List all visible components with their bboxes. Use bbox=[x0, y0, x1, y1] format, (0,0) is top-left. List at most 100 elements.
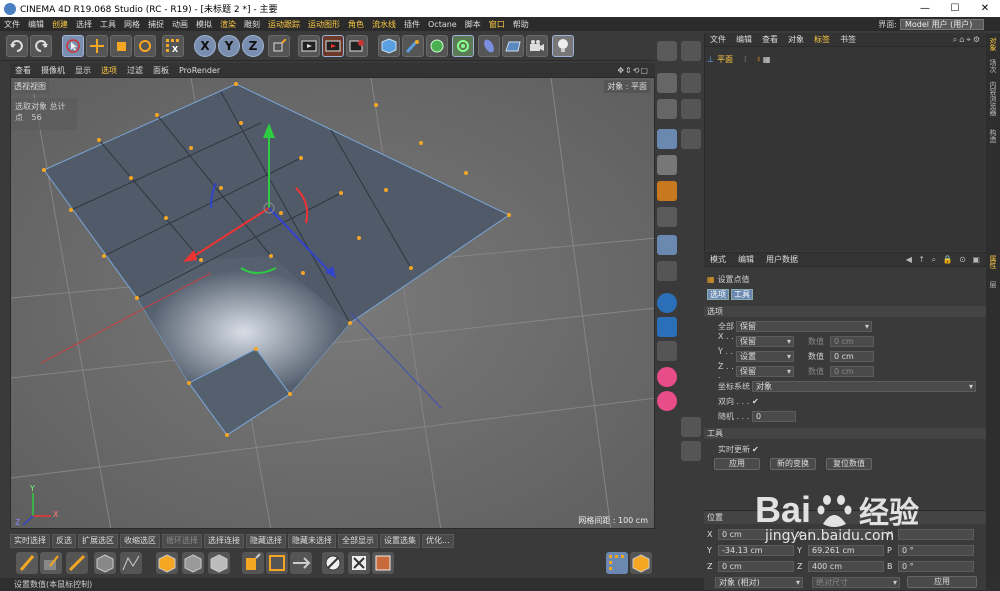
viewport-navigation-icons[interactable]: ✥⇕⟲▢ bbox=[617, 66, 655, 75]
camera-icon[interactable] bbox=[526, 35, 548, 57]
hide-unselected-button[interactable]: 隐藏未选择 bbox=[288, 534, 336, 548]
shrink-selection-button[interactable]: 收缩选区 bbox=[120, 534, 160, 548]
y-value-input[interactable]: 0 cm bbox=[830, 350, 874, 362]
polygons-mode-icon[interactable] bbox=[156, 552, 178, 574]
viewport-menu-options[interactable]: 选项 bbox=[96, 65, 122, 76]
viewport-menu-panel[interactable]: 面板 bbox=[148, 65, 174, 76]
tab-options[interactable]: 选项 bbox=[707, 288, 729, 300]
solo-icon[interactable] bbox=[348, 552, 370, 574]
x-axis-lock-icon[interactable]: X bbox=[194, 35, 216, 57]
sphere-pink-icon[interactable] bbox=[657, 367, 677, 387]
knife-icon[interactable] bbox=[66, 552, 88, 574]
coord-apply-button[interactable]: 应用 bbox=[907, 576, 977, 588]
rot-b-input[interactable]: 0 ° bbox=[898, 560, 974, 572]
menu-plugins[interactable]: 插件 bbox=[400, 19, 424, 30]
workplane-icon[interactable] bbox=[290, 552, 312, 574]
object-name[interactable]: 平面 bbox=[717, 54, 733, 65]
x-mode-dropdown[interactable]: 保留 bbox=[736, 335, 794, 347]
coord-system-dropdown[interactable]: 对象 bbox=[752, 380, 976, 392]
y-axis-lock-icon[interactable]: Y bbox=[218, 35, 240, 57]
optimize-button[interactable]: 优化... bbox=[422, 534, 454, 548]
menu-octane[interactable]: Octane bbox=[424, 20, 461, 29]
subdivision-surface-icon[interactable] bbox=[426, 35, 448, 57]
z-value-input[interactable]: 0 cm bbox=[830, 365, 874, 377]
bone-icon[interactable] bbox=[681, 417, 701, 437]
side-tab-objects[interactable]: 对象 bbox=[988, 37, 998, 51]
checker-tag-icon[interactable]: ▦ bbox=[763, 55, 771, 64]
size-z-input[interactable]: 400 cm bbox=[808, 560, 884, 572]
points-mode-side-icon[interactable] bbox=[657, 129, 677, 149]
reset-values-button[interactable]: 复位数值 bbox=[826, 458, 872, 470]
maximize-button[interactable]: ☐ bbox=[940, 3, 970, 14]
scale-icon[interactable] bbox=[110, 35, 132, 57]
axis-side-icon[interactable] bbox=[657, 207, 677, 227]
select-arrow-icon[interactable] bbox=[62, 35, 84, 57]
menu-character[interactable]: 角色 bbox=[344, 19, 368, 30]
layout-dropdown[interactable]: Model 用户 (用户) bbox=[900, 18, 984, 30]
y-mode-dropdown[interactable]: 设置 bbox=[736, 350, 794, 362]
menu-mesh[interactable]: 网格 bbox=[120, 19, 144, 30]
minimize-button[interactable]: — bbox=[910, 3, 940, 14]
view-name[interactable]: 透视视图 bbox=[11, 79, 49, 94]
axis-mode-icon[interactable] bbox=[242, 552, 264, 574]
z-axis-lock-icon[interactable]: Z bbox=[242, 35, 264, 57]
close-button[interactable]: ✕ bbox=[970, 3, 1000, 14]
cube-icon[interactable] bbox=[378, 35, 400, 57]
side-tab-attributes[interactable]: 属性 bbox=[988, 255, 998, 269]
polygons-mode-side-icon[interactable] bbox=[657, 181, 677, 201]
viewport-menu-display[interactable]: 显示 bbox=[70, 65, 96, 76]
side-tab-content-browser[interactable]: 内容浏览器 bbox=[988, 81, 998, 116]
workplane-side-icon[interactable] bbox=[657, 261, 677, 281]
vertex-grid-icon[interactable] bbox=[606, 552, 628, 574]
perspective-viewport[interactable]: Y Z X 透视视图 选取对象 总计 点 56 对象 : 平面 网格间距 : 1… bbox=[10, 77, 655, 529]
pen-spline-icon[interactable] bbox=[402, 35, 424, 57]
unhide-all-button[interactable]: 全部显示 bbox=[338, 534, 378, 548]
edges-mode-icon[interactable] bbox=[120, 552, 142, 574]
objmgr-tools-icons[interactable]: ⌕⌂⌖⚙ bbox=[953, 35, 986, 45]
deformer-icon[interactable] bbox=[478, 35, 500, 57]
brush-icon[interactable] bbox=[16, 552, 38, 574]
viewport-menu-filter[interactable]: 过滤 bbox=[122, 65, 148, 76]
size-mode-dropdown[interactable]: 绝对尺寸 bbox=[812, 576, 900, 588]
rotate-icon[interactable] bbox=[134, 35, 156, 57]
polygon-pen-icon[interactable] bbox=[40, 552, 62, 574]
make-editable-2-icon[interactable] bbox=[681, 41, 701, 61]
tab-tool[interactable]: 工具 bbox=[731, 288, 753, 300]
menu-sculpt[interactable]: 雕刻 bbox=[240, 19, 264, 30]
attr-menu-userdata[interactable]: 用户数据 bbox=[760, 254, 804, 265]
menu-tools[interactable]: 工具 bbox=[96, 19, 120, 30]
side-tab-takes[interactable]: 场次 bbox=[988, 59, 998, 73]
side-tab-structure[interactable]: 构造 bbox=[988, 129, 998, 143]
viewport-menu-prorender[interactable]: ProRender bbox=[174, 66, 225, 75]
sphere-pink-2-icon[interactable] bbox=[657, 391, 677, 411]
menu-create[interactable]: 创建 bbox=[48, 19, 72, 30]
objmgr-menu-objects[interactable]: 对象 bbox=[783, 34, 809, 45]
xyz-axis-icon[interactable] bbox=[657, 341, 677, 361]
z-mode-dropdown[interactable]: 保留 bbox=[736, 365, 794, 377]
menu-simulate[interactable]: 模拟 bbox=[192, 19, 216, 30]
menu-pipeline[interactable]: 流水线 bbox=[368, 19, 400, 30]
render-picture-viewer-icon[interactable] bbox=[322, 35, 344, 57]
recent-tools-icon[interactable]: X bbox=[162, 35, 184, 57]
light-icon[interactable] bbox=[552, 35, 574, 57]
magnet-icon[interactable] bbox=[657, 317, 677, 337]
menu-window[interactable]: 窗口 bbox=[485, 19, 509, 30]
viewport-menu-camera[interactable]: 摄像机 bbox=[36, 65, 70, 76]
hide-selected-button[interactable]: 隐藏选择 bbox=[246, 534, 286, 548]
menu-file[interactable]: 文件 bbox=[0, 19, 24, 30]
select-connected-button[interactable]: 选择连接 bbox=[204, 534, 244, 548]
menu-render[interactable]: 渲染 bbox=[216, 19, 240, 30]
x-value-input[interactable]: 0 cm bbox=[830, 335, 874, 347]
move-icon[interactable] bbox=[86, 35, 108, 57]
viewport-menu-view[interactable]: 查看 bbox=[10, 65, 36, 76]
phong-tag-icon[interactable]: ⦂ bbox=[758, 54, 760, 64]
redo-icon[interactable] bbox=[30, 35, 52, 57]
edges-mode-side-icon[interactable] bbox=[657, 155, 677, 175]
quantize-icon[interactable] bbox=[322, 552, 344, 574]
attr-menu-mode[interactable]: 模式 bbox=[704, 254, 732, 265]
loop-selection-button[interactable]: 循环选择 bbox=[162, 534, 202, 548]
lock-workplane-icon[interactable] bbox=[372, 552, 394, 574]
all-dropdown[interactable]: 保留 bbox=[736, 320, 872, 332]
3d-view-icon[interactable] bbox=[681, 73, 701, 93]
rot-p-input[interactable]: 0 ° bbox=[898, 544, 974, 556]
